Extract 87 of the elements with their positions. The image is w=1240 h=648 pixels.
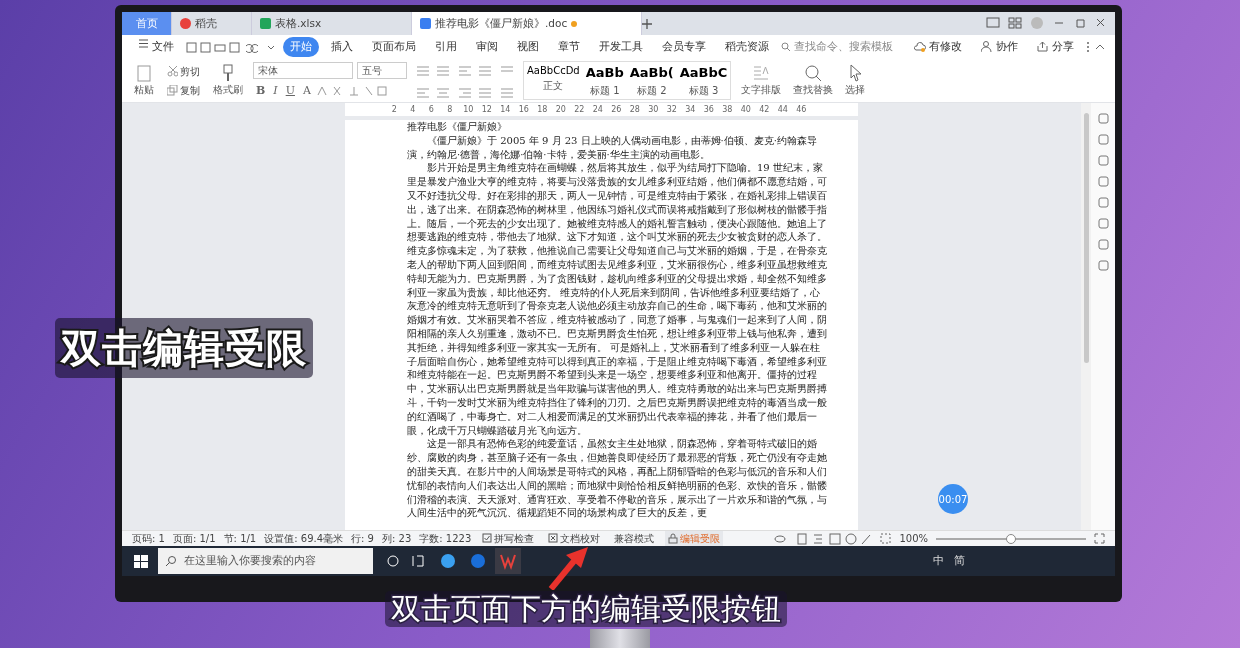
document-icon [420,18,431,29]
text-effects-icons-drawing[interactable] [315,85,388,97]
ribbon-tab[interactable]: 审阅 [469,37,505,57]
ribbon-tab[interactable]: 章节 [551,37,587,57]
ribbon-tab[interactable]: 页面布局 [365,37,423,57]
status-button[interactable]: 文档校对 [545,531,604,546]
person-icon [981,41,993,53]
style-preview[interactable]: AaBb [585,63,624,83]
view-mode-icons-drawing[interactable] [774,532,873,545]
ribbon-tab[interactable]: 引用 [428,37,464,57]
ribbon-tab[interactable]: 视图 [510,37,546,57]
menu-icon [139,39,148,49]
status-button[interactable]: 拼写检查 [479,531,538,546]
style-name: 标题 3 [688,83,719,98]
search-field[interactable]: 查找命令、搜索模板 [781,39,893,55]
fullscreen-icon[interactable] [1094,533,1105,544]
paragraph: 这是一部具有恐怖色彩的纯爱童话，虽然女主生处地狱，阴森恐怖，穿着哥特式破旧的婚纱、腐败的肉身，甚至脑子还有一条虫，但她善良即使经历了最邪恶的背叛，死亡仍没有夺走她的甜美天真。在影片中的人间场景是哥特式的风格，再配上阴郁昏暗的色彩与低沉的音乐和人们忧郁的表情向人们表达出人间的黑暗；而地狱中则恰恰相反鲜艳明丽的色彩、欢快的音乐，骷髅们滑稽的表演、天天派对、通宵狂欢、享受着不停歇的音乐，展示出了一片欢乐和谐的气氛，与人间生活中的死气沉沉、循规蹈矩不同的场景构成了巨大的反差，更 [407,437,828,521]
format-button[interactable]: B [253,82,269,100]
scissors-button[interactable]: 剪切 [164,63,203,79]
unsaved-dot-icon [571,20,578,27]
search-icon [803,64,824,82]
search-icon [166,556,176,566]
format-button[interactable]: I [270,82,281,100]
windows-logo-icon[interactable] [134,553,148,569]
select-button[interactable]: 选择 [843,64,868,97]
document-title: 推荐电影《僵尸新娘》 [407,120,508,134]
find-replace-button[interactable]: 查找替换 [791,64,836,97]
ruler: 2 4 6 8 10 12 14 16 18 20 22 24 26 28 30 32 34 36 38 40 42 44 46 [345,103,858,116]
input-method-indicator[interactable]: 简 [954,552,965,570]
add-tab-icon[interactable] [642,18,652,29]
ribbon-tab[interactable]: 会员专享 [655,37,713,57]
clipboard-icon [134,64,154,82]
paragraph: 《僵尸新娘》于 2005 年 9 月 23 日上映的人偶动画电影，由蒂姆·伯顿、麦克·约翰森导演，约翰尼·德普，海伦娜·伯翰·卡特，爱美丽·华生主演的动画电影。 [407,133,818,162]
format-button[interactable]: U [282,82,298,100]
scrollbar[interactable] [1081,103,1091,530]
status-text: 行: 9 [351,532,374,546]
status-text: 字数: 1223 [419,532,472,546]
style-preview[interactable]: AaBb( [629,63,674,83]
toolbar-action-button[interactable]: 协作 [974,37,1025,57]
style-preview[interactable]: AaBbC [679,63,728,83]
style-name: 标题 1 [589,83,620,98]
toolbar-action-button[interactable]: 分享 [1030,37,1081,57]
more-options-icon[interactable] [1086,41,1090,53]
status-text: 设置值: 69.4毫米 [264,532,344,546]
taskbar-search-field[interactable]: 在这里输入你要搜索的内容 [158,548,373,574]
share-icon [1037,41,1049,53]
fit-page-icon[interactable] [880,533,892,544]
status-button[interactable]: 兼容模式 [611,531,658,546]
paste-button[interactable]: 粘贴 [132,64,156,97]
monitor-stand [590,629,650,648]
format-button[interactable]: A [299,82,314,100]
document-tab[interactable]: 稻壳 [172,12,252,35]
document-tab[interactable]: 推荐电影《僵尸新娘》.doc [412,12,642,35]
file-menu[interactable]: 文件 [132,37,181,57]
copy-button[interactable]: 复制 [164,82,203,98]
ribbon-tab[interactable]: 稻壳资源 [718,37,776,57]
toolbar-action-button[interactable]: 有修改 [907,37,969,57]
copy-icon [167,84,178,96]
ribbon-tab[interactable]: 插入 [324,37,360,57]
input-method-indicator[interactable]: 中 [933,552,944,570]
checkbox-icon [482,533,493,544]
caption: 双击页面下方的编辑受限按钮 [385,591,787,627]
scissors-icon [167,65,178,77]
zoom-level[interactable]: 100% [899,531,928,546]
styles-gallery[interactable]: AaBbCcDd 正文 AaBb 标题 1 AaBb( 标题 2 AaBbC 标题 3 [523,61,732,100]
status-text: 列: 23 [382,532,412,546]
pointer-arrow [548,547,590,590]
style-preview[interactable]: AaBbCcDd [527,63,580,79]
status-text: 页面: 1/1 [172,532,216,546]
zoom-slider[interactable] [1006,533,1016,544]
text-layout-button[interactable]: 文字排版 [739,64,784,97]
status-text: 节: 1/1 [223,532,257,546]
spreadsheet-icon [260,18,271,29]
ribbon-tab[interactable]: 开发工具 [592,37,650,57]
search-icon [781,42,791,52]
collapse-icon[interactable] [1095,42,1105,52]
font-size-dropdown[interactable]: 五号 [357,61,407,79]
cloud-icon [914,41,926,53]
status-text: 页码: 1 [132,532,165,546]
format-painter-button[interactable]: 格式刷 [211,64,245,97]
ribbon-tab[interactable]: 开始 [283,37,319,57]
shell-logo-icon [180,18,191,29]
paragraph: 影片开始是男主角维克特在画蝴蝶，然后将其放生，似乎为结局打下隐喻。19 世纪末，家里是暴发户渔业大亨的维克特，将要与没落贵族的女儿维多利亚结婚，他们俩都不愿意结婚，可又不好违抗父母。好在彩排的那天，两人一见钟情，可是维克特由于紧张，在婚礼彩排上错误百出，逃了出来。在阴森恐怖的树林里，他因练习婚礼仪式而误将戒指戴到了形似树枝的骷髅手指上。随后，一个死去的少女出现了。她被维克特感人的婚礼誓言触动，便决心跟随他。她追上了想要逃跑的维克特，带他去了地狱。这下才知道，这个叫艾米丽的死去少女被贪财的恋人杀了。维克多惊魂未定，为了获救，他推说自己需要让父母知道自己与艾米丽的婚姻，于是，在骨奈克老人的帮助下两人回到阳间，而维克特试图去见维多利亚，艾米丽很伤心，维多利亚虽想救维克特却无能为力。巴克斯男爵，为了贪图钱财，趁机向维多利亚的父母提出求婚，却全然不知维多利亚一家虽为贵族，却比他还穷。 维克特的仆人死后来到阴间，告诉他维多利亚要结婚了，心灰意冷的维克特无意听到了骨奈克老人说他必须主动放弃自己的生命，喝下毒药，他和艾米丽的婚姻才有效。艾米丽哭着不答应，维克特被感动了，同意了婚事，与鬼魂们一起来到了人间，阴阳相隔的亲人久别重逢，激动不已。巴克斯男爵贪生怕死，想让维多利亚带上钱与他私奔，遭到其拒绝，并得知维多利亚一家其实一无所有。 可是婚礼上，艾米丽看到了维多利亚一人躲在柱子后面暗自伤心，她希望维克特可以得到真正的幸福，于是阻止维克特喝下毒酒，希望维多利亚和维克特能在一起。巴克斯男爵不希望到头来是一场空，想要维多利亚和他离开。僵持的过程中，艾米丽认出巴克斯男爵就是当年欺骗与谋害他的男人。维克特勇敢的站出来与巴克斯男爵搏斗，千钧一发时艾米丽为维克特挡住了锋利的刀刃。之后巴克斯男爵误把维克特的毒酒当成一般的红酒喝了，中毒身亡。对二人相爱而满足的艾米丽扔出代表幸福的捧花，并看了他们最后一眼，化成千万只蝴蝶踏破月光飞向远方。 [407,161,828,438]
font-name-dropdown[interactable]: 宋体 [253,61,353,79]
close-box-icon [548,533,559,544]
style-name: 正文 [543,79,564,94]
style-name: 标题 2 [637,83,667,98]
